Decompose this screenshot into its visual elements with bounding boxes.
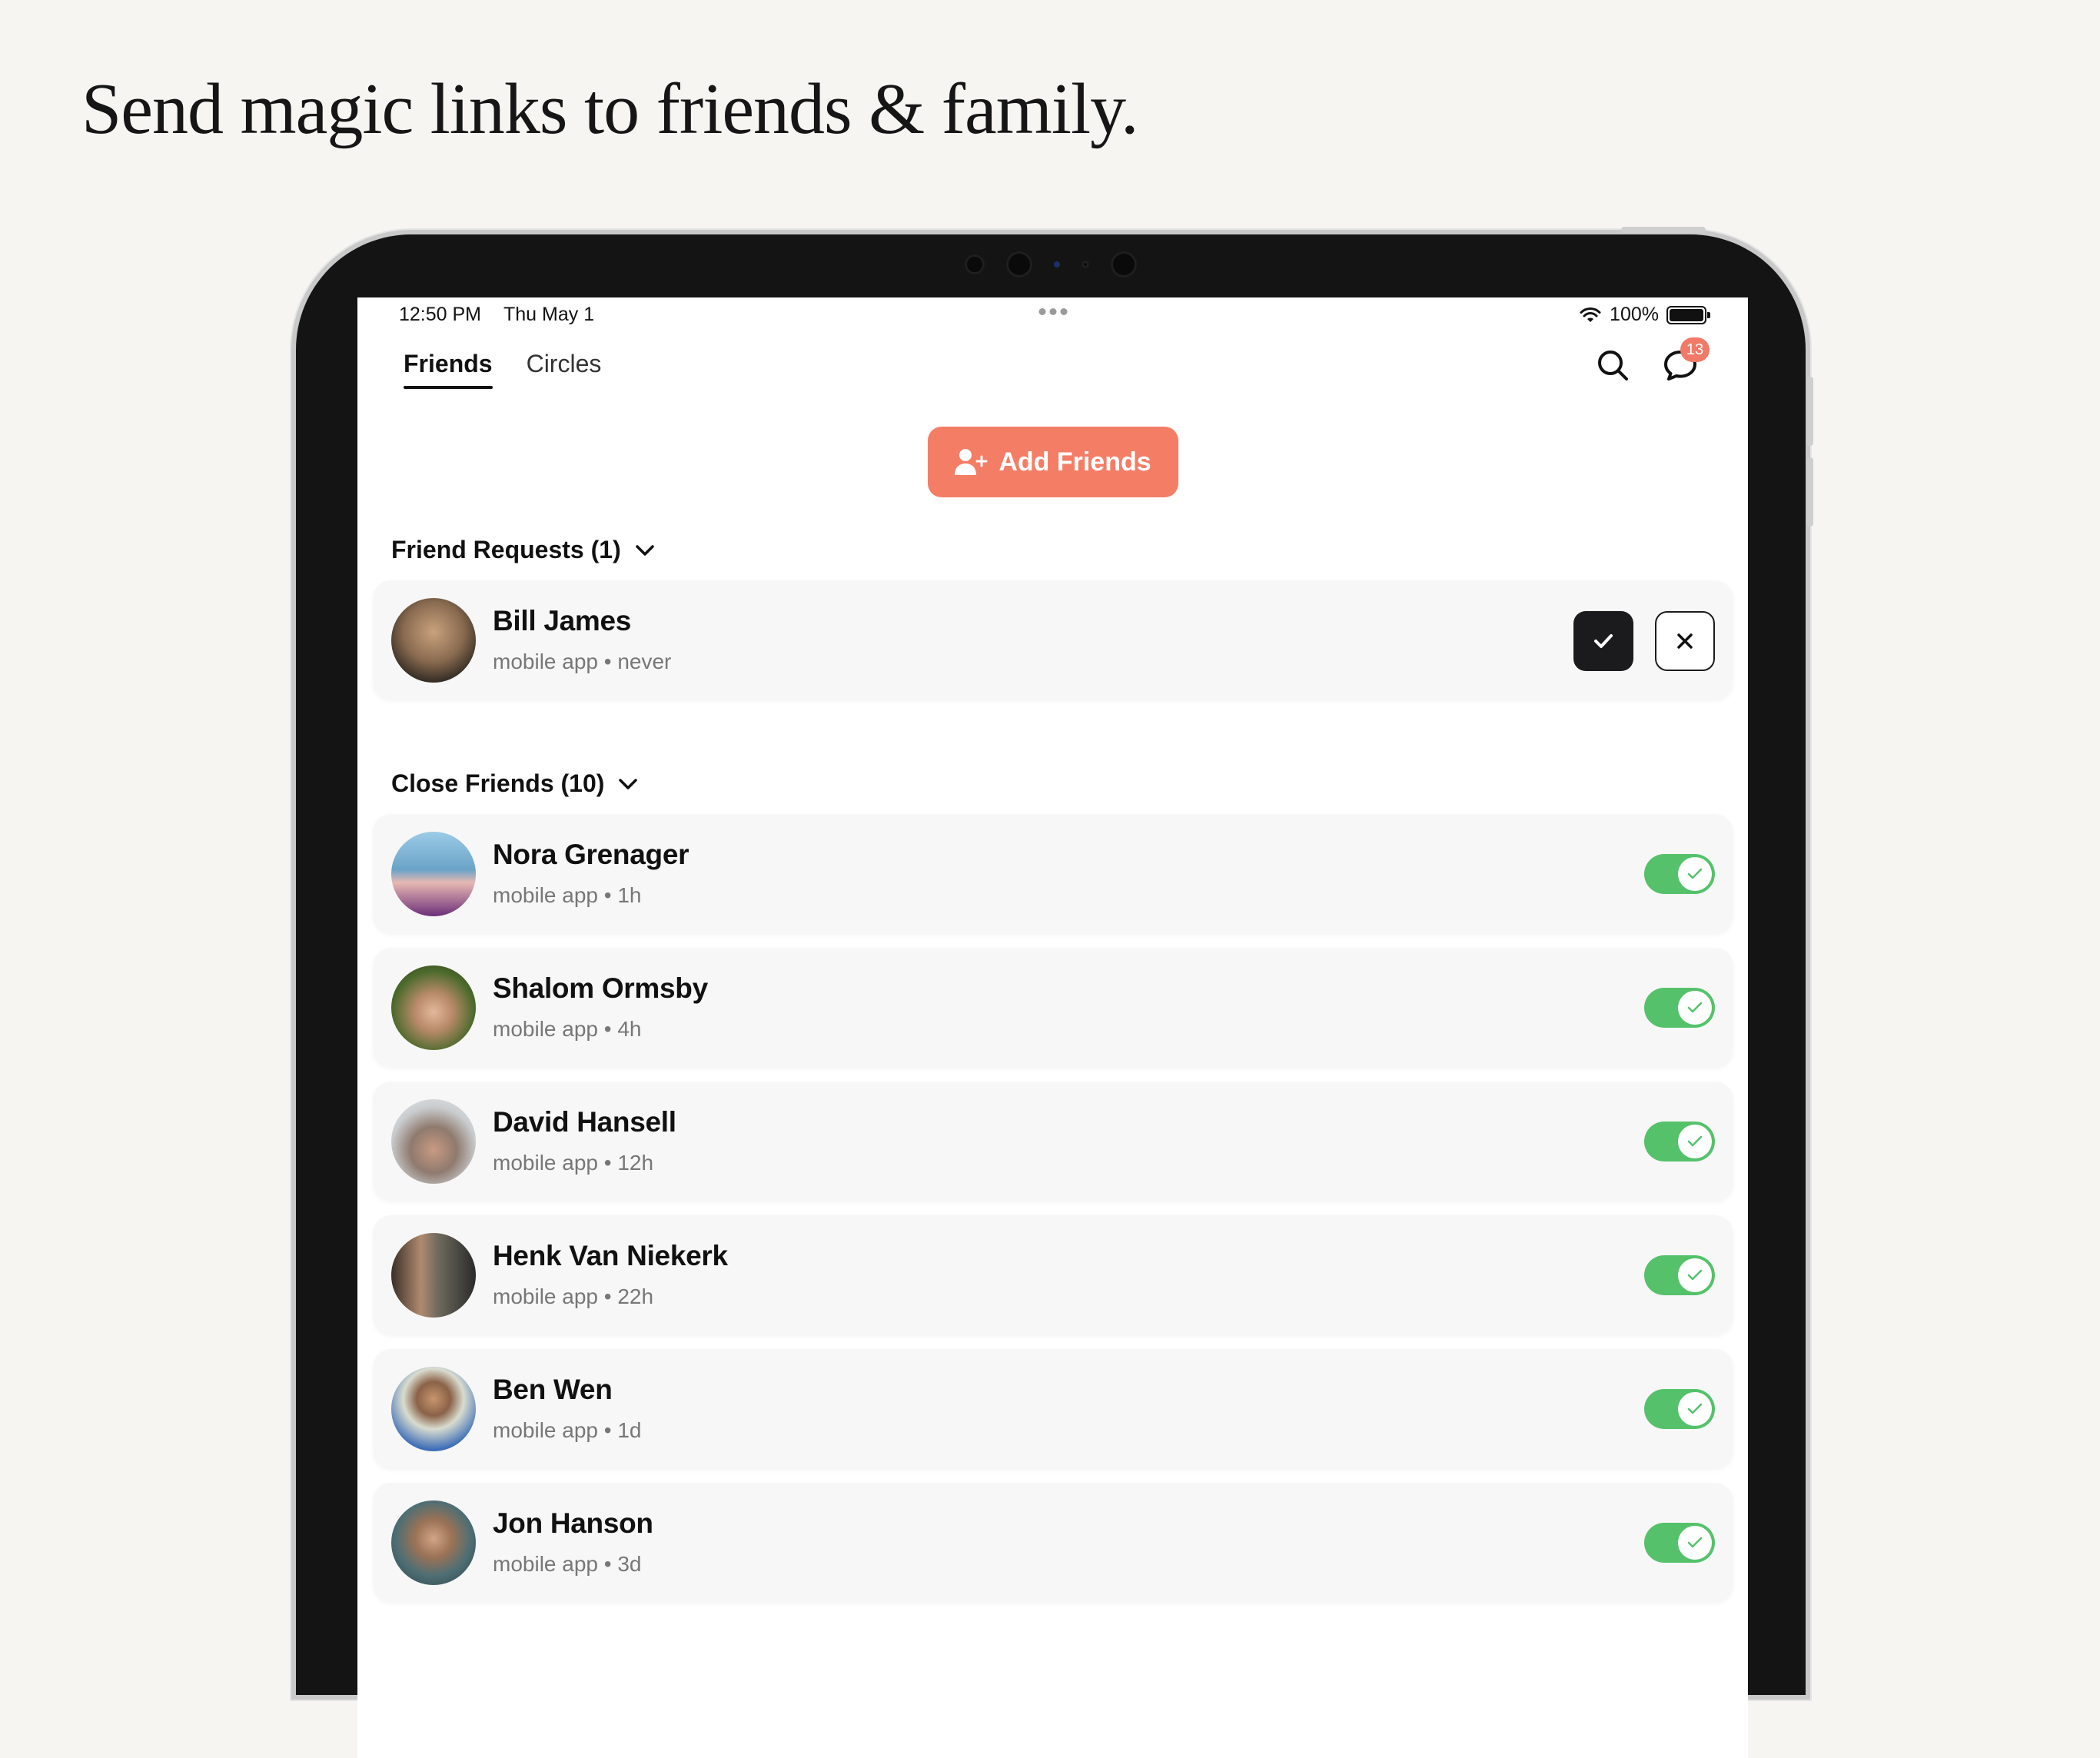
avatar [391, 598, 476, 683]
sharing-toggle[interactable] [1644, 1255, 1715, 1295]
accept-request-button[interactable] [1573, 611, 1633, 671]
add-person-icon [955, 449, 988, 475]
friend-card[interactable]: David Hansell mobile app • 12h [373, 1082, 1733, 1201]
tab-friends[interactable]: Friends [404, 350, 493, 389]
multitasking-dots-icon[interactable] [1038, 308, 1067, 315]
avatar [391, 1099, 476, 1184]
sharing-toggle[interactable] [1644, 1122, 1715, 1161]
friend-name: Shalom Ormsby [493, 972, 708, 1004]
check-icon [1594, 634, 1613, 648]
reject-request-button[interactable] [1655, 611, 1715, 671]
search-button[interactable] [1594, 347, 1631, 384]
check-icon [1687, 868, 1703, 879]
check-icon [1687, 1537, 1703, 1548]
avatar [391, 1233, 476, 1318]
sharing-toggle[interactable] [1644, 1523, 1715, 1563]
status-time: 12:50 PM [399, 304, 482, 325]
friend-requests-title: Friend Requests (1) [391, 536, 621, 563]
headline: Send magic links to friends & family. [81, 69, 1139, 149]
friend-status: mobile app • 1d [493, 1418, 642, 1442]
top-button [1621, 227, 1706, 233]
status-indicators: 100% [1579, 304, 1710, 326]
friend-name: Jon Hanson [493, 1507, 653, 1539]
add-friends-label: Add Friends [998, 447, 1151, 477]
volume-up-button [1807, 377, 1813, 446]
status-bar: 12:50 PM Thu May 1 100% [357, 297, 1748, 336]
avatar [391, 1500, 476, 1585]
friend-status: mobile app • never [493, 650, 672, 673]
check-icon [1687, 1403, 1703, 1414]
sharing-toggle[interactable] [1644, 1389, 1715, 1429]
close-icon [1677, 633, 1693, 649]
app-screen: 12:50 PM Thu May 1 100% Friends Circles [357, 297, 1748, 1758]
sensor-icon [965, 254, 985, 274]
close-friends-title: Close Friends (10) [391, 769, 605, 797]
close-friends-header[interactable]: Close Friends (10) [391, 769, 638, 798]
friend-name: Bill James [493, 605, 632, 636]
friend-status: mobile app • 4h [493, 1017, 642, 1041]
friend-name: Henk Van Niekerk [493, 1240, 728, 1271]
tab-circles[interactable]: Circles [527, 350, 602, 389]
messages-button[interactable]: 13 [1662, 337, 1710, 384]
battery-percent: 100% [1610, 304, 1659, 325]
sensor-icon [1082, 261, 1089, 268]
avatar [391, 965, 476, 1050]
volume-down-button [1807, 457, 1813, 527]
proximity-icon [1111, 251, 1137, 277]
friend-status: mobile app • 22h [493, 1284, 654, 1308]
friend-status: mobile app • 3d [493, 1552, 642, 1576]
friend-card[interactable]: Jon Hanson mobile app • 3d [373, 1483, 1733, 1603]
friend-requests-header[interactable]: Friend Requests (1) [391, 536, 655, 564]
friend-request-card: Bill James mobile app • never [373, 580, 1733, 700]
chevron-down-icon [635, 544, 654, 556]
friend-status: mobile app • 1h [493, 883, 642, 907]
sharing-toggle[interactable] [1644, 988, 1715, 1028]
top-actions: 13 [1594, 337, 1710, 384]
camera-array [965, 251, 1137, 277]
indicator-icon [1054, 261, 1060, 268]
chevron-down-icon [619, 778, 638, 789]
friend-card[interactable]: Ben Wen mobile app • 1d [373, 1349, 1733, 1469]
sharing-toggle[interactable] [1644, 854, 1715, 894]
status-date: Thu May 1 [503, 304, 595, 325]
check-icon [1687, 1002, 1703, 1013]
friend-card[interactable]: Nora Grenager mobile app • 1h [373, 814, 1733, 934]
check-icon [1687, 1135, 1703, 1147]
friend-name: David Hansell [493, 1106, 676, 1138]
friend-status: mobile app • 12h [493, 1151, 654, 1175]
search-icon [1598, 351, 1628, 381]
tab-bar: Friends Circles [404, 350, 601, 389]
unread-badge: 13 [1680, 337, 1710, 362]
check-icon [1687, 1269, 1703, 1281]
tablet-frame: 12:50 PM Thu May 1 100% Friends Circles [296, 227, 1813, 1758]
camera-icon [1006, 251, 1032, 277]
friend-name: Nora Grenager [493, 839, 689, 870]
add-friends-button[interactable]: Add Friends [927, 427, 1178, 497]
wifi-icon [1580, 307, 1601, 322]
avatar [391, 832, 476, 916]
battery-icon [1666, 305, 1710, 324]
friend-card[interactable]: Henk Van Niekerk mobile app • 22h [373, 1215, 1733, 1335]
friend-name: Ben Wen [493, 1374, 613, 1405]
friend-card[interactable]: Shalom Ormsby mobile app • 4h [373, 948, 1733, 1068]
avatar [391, 1367, 476, 1451]
